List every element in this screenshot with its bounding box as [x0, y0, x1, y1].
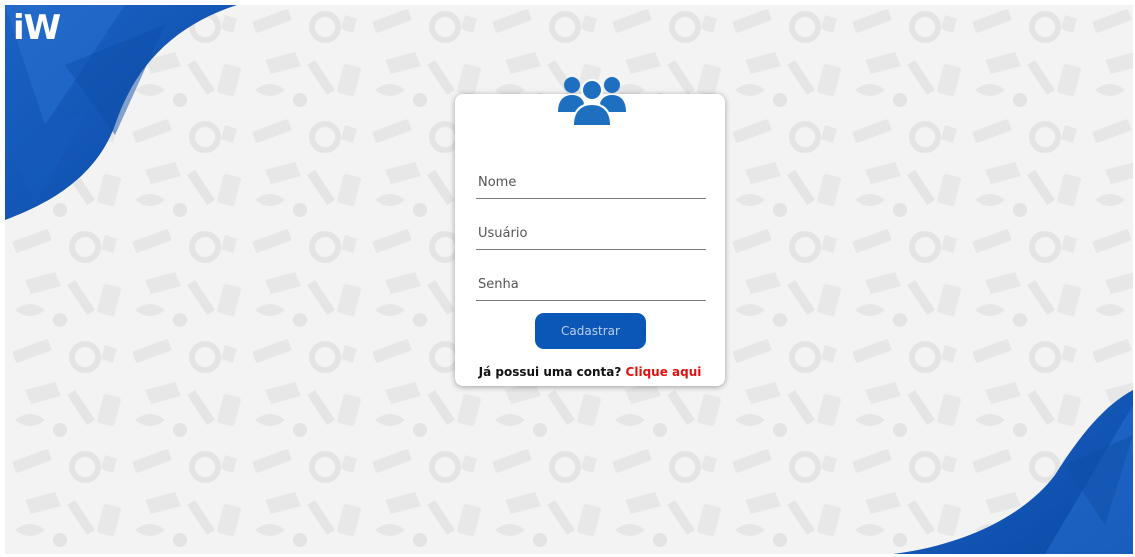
register-form-card: Cadastrar Já possui uma conta? Clique aq… — [455, 77, 725, 386]
page-background: iW Cadastrar Já possui uma conta? Clique… — [5, 5, 1133, 554]
login-prompt-row: Já possui uma conta? Clique aqui — [455, 365, 725, 379]
usuario-input[interactable] — [476, 219, 710, 247]
cadastrar-button[interactable]: Cadastrar — [535, 313, 646, 349]
nome-field[interactable] — [476, 168, 710, 199]
login-prompt-text: Já possui uma conta? — [478, 365, 622, 379]
senha-field[interactable] — [476, 270, 710, 301]
nome-input[interactable] — [476, 168, 710, 196]
login-link[interactable]: Clique aqui — [626, 365, 702, 379]
senha-input[interactable] — [476, 270, 710, 298]
brand-logo: iW — [13, 8, 61, 48]
users-icon — [558, 77, 626, 126]
usuario-field[interactable] — [476, 219, 710, 250]
